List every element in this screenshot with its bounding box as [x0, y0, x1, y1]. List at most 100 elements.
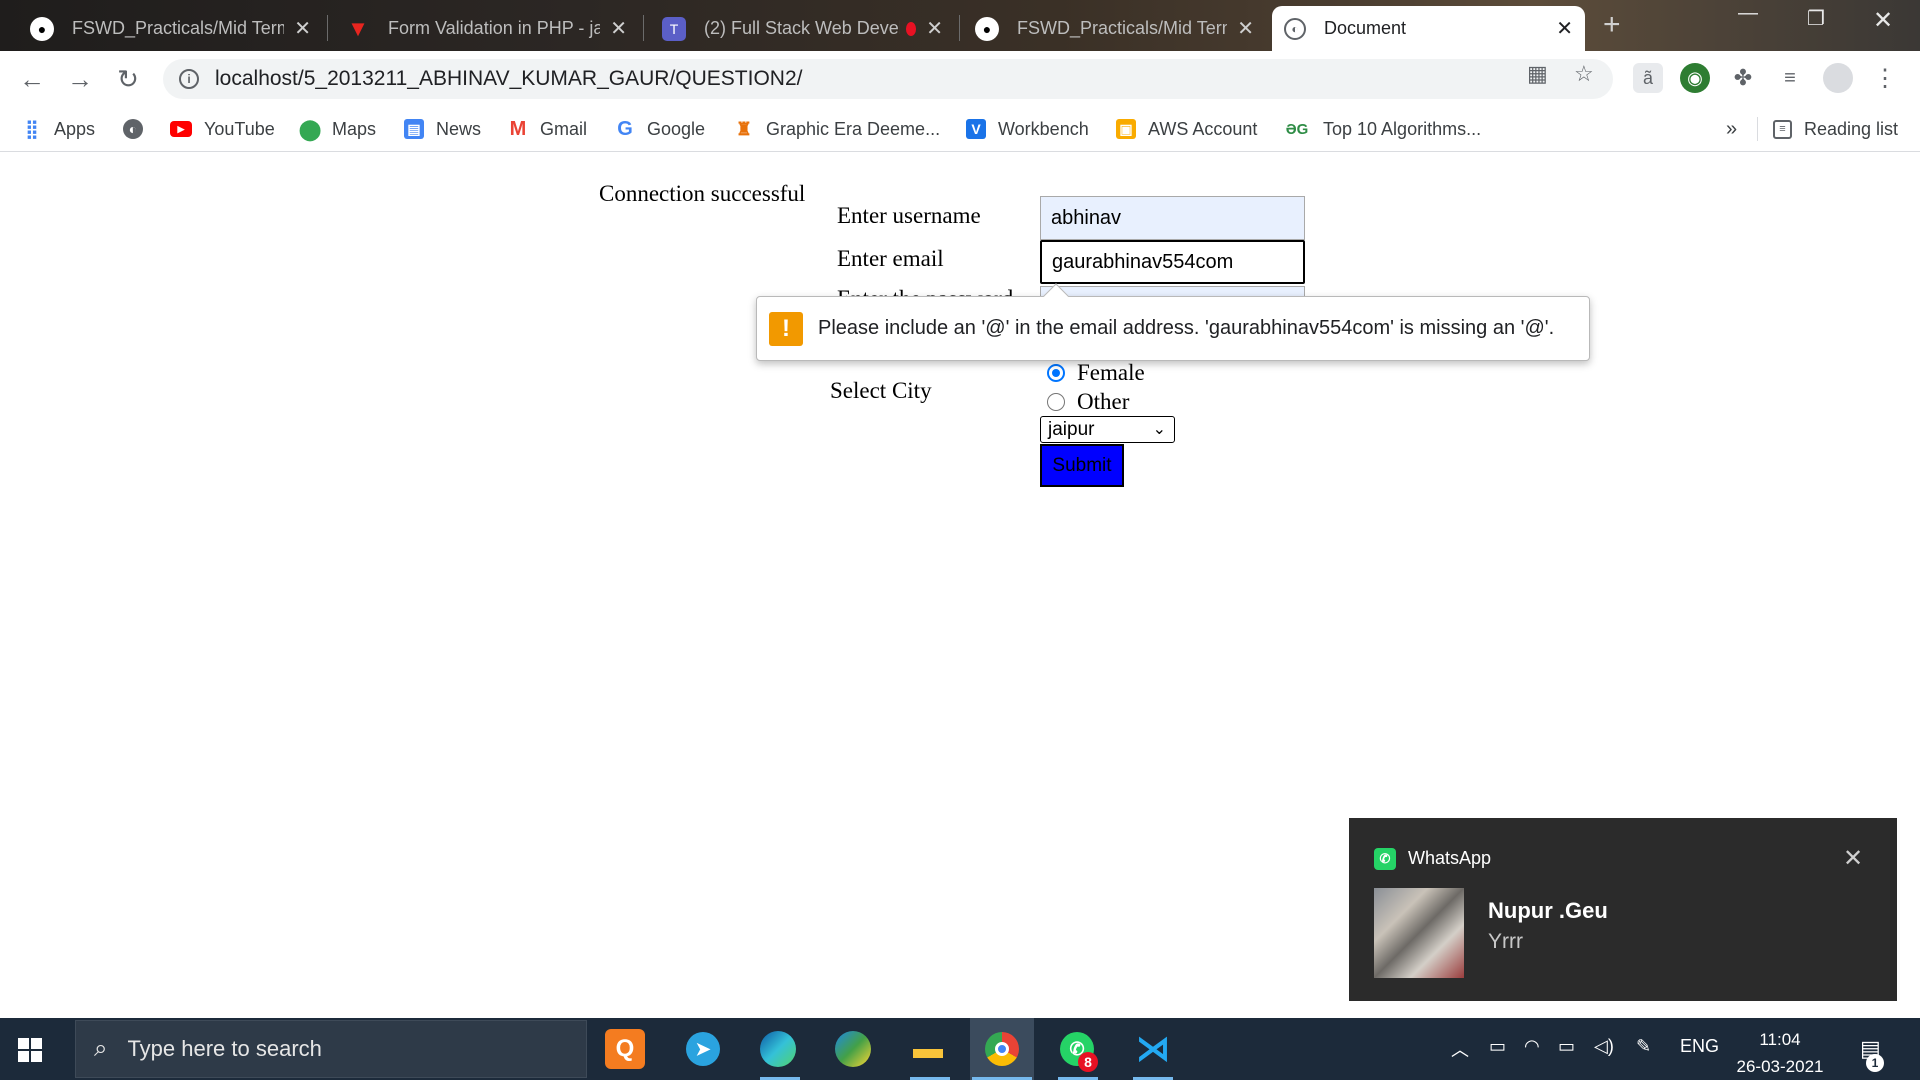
tab-title: Document — [1324, 18, 1407, 38]
close-icon[interactable]: ✕ — [294, 16, 311, 41]
bookmark-label: Workbench — [998, 118, 1089, 139]
bookmark-label: Maps — [332, 118, 377, 139]
site-info-icon[interactable]: i — [179, 69, 199, 89]
tab-title: FSWD_Practicals/Mid Term — [1017, 18, 1228, 38]
reading-list-icon: ≡ — [1773, 119, 1792, 139]
reading-list-label: Reading list — [1804, 118, 1899, 139]
bookmarks-overflow-button[interactable]: » — [1726, 106, 1737, 152]
email-field[interactable]: gaurabhinav554com — [1040, 240, 1305, 284]
qbittorrent-icon[interactable]: Q — [605, 1029, 645, 1069]
close-icon[interactable]: ✕ — [1843, 844, 1863, 873]
chrome-icon[interactable] — [978, 1025, 1026, 1073]
file-explorer-icon[interactable]: ▬ — [904, 1025, 952, 1073]
language-indicator[interactable]: ENG — [1680, 1036, 1719, 1057]
radio-button[interactable] — [1047, 393, 1065, 411]
extensions-puzzle-icon[interactable]: ✤ — [1728, 63, 1758, 93]
windows-start-icon[interactable] — [18, 1038, 42, 1062]
submit-button[interactable]: Submit — [1040, 444, 1124, 487]
restore-button[interactable]: ❐ — [1796, 6, 1836, 31]
meet-now-icon[interactable]: ▭ — [1489, 1036, 1506, 1057]
gender-option-female[interactable]: Female — [1047, 360, 1145, 386]
back-button[interactable]: ← — [14, 61, 50, 97]
teams-icon: T — [662, 16, 686, 41]
whatsapp-notification[interactable]: ✆ WhatsApp ✕ Nupur .Geu Yrrr — [1349, 818, 1897, 1001]
vscode-icon[interactable]: ⋊ — [1129, 1025, 1177, 1073]
bookmark-workbench[interactable]: V Workbench — [966, 106, 1089, 152]
notification-app-name: WhatsApp — [1408, 848, 1492, 868]
username-label: Enter username — [837, 203, 981, 228]
tab-github-2[interactable]: ● FSWD_Practicals/Mid Term ✕ — [963, 6, 1266, 51]
aws-icon: ▣ — [1116, 119, 1136, 139]
search-placeholder: Type here to search — [127, 1036, 322, 1061]
youtube-icon: ▶ — [170, 121, 192, 137]
menu-kebab-icon[interactable]: ⋮ — [1870, 63, 1900, 93]
close-icon[interactable]: ✕ — [1237, 16, 1254, 41]
chevron-up-icon[interactable]: ︿ — [1451, 1036, 1469, 1062]
chevron-down-icon: ⌄ — [1152, 421, 1166, 438]
graphic-era-icon: ♜ — [735, 118, 753, 139]
search-icon: ⌕ — [94, 1035, 108, 1062]
close-window-button[interactable]: ✕ — [1863, 6, 1903, 35]
validation-tooltip: ! Please include an '@' in the email add… — [756, 283, 1590, 361]
volume-icon[interactable]: ◁) — [1594, 1036, 1614, 1057]
telegram-icon[interactable]: ➤ — [679, 1025, 727, 1073]
bookmark-label: AWS Account — [1148, 118, 1258, 139]
whatsapp-icon: ✆ — [1374, 848, 1396, 870]
bookmark-label: Graphic Era Deeme... — [766, 118, 941, 139]
username-field[interactable]: abhinav — [1040, 196, 1305, 240]
radio-button[interactable] — [1047, 364, 1065, 382]
bookmark-news[interactable]: ▤ News — [404, 106, 481, 152]
warning-icon: ! — [769, 311, 803, 346]
bookmark-label: Gmail — [540, 118, 588, 139]
bookmark-apps[interactable]: ⣿ Apps — [22, 106, 95, 152]
tab-separator — [643, 15, 644, 41]
address-bar[interactable]: i localhost/5_2013211_ABHINAV_KUMAR_GAUR… — [163, 59, 1613, 99]
qr-code-icon[interactable]: ▦ — [1527, 61, 1548, 87]
minimize-button[interactable]: — — [1728, 2, 1768, 25]
bookmark-maps[interactable]: ⬤ Maps — [299, 106, 377, 152]
reading-list-button[interactable]: ≡ Reading list — [1773, 106, 1898, 152]
bookmark-star-icon[interactable]: ☆ — [1574, 61, 1594, 87]
apps-grid-icon: ⣿ — [25, 118, 39, 139]
bookmark-globe[interactable]: ◐ — [123, 106, 155, 152]
bookmark-aws[interactable]: ▣ AWS Account — [1116, 106, 1257, 152]
bookmark-gmail[interactable]: M Gmail — [508, 106, 587, 152]
tab-github-1[interactable]: ● FSWD_Practicals/Mid Term ✕ — [18, 6, 323, 51]
email-value: gaurabhinav554com — [1052, 250, 1234, 273]
bookmark-youtube[interactable]: ▶ YouTube — [170, 106, 275, 152]
media-control-icon[interactable]: ≡ — [1775, 63, 1805, 93]
wifi-icon[interactable]: ◠ — [1524, 1036, 1540, 1057]
bookmark-geeksforgeeks[interactable]: ƏG Top 10 Algorithms... — [1283, 106, 1481, 152]
edge-icon[interactable] — [754, 1025, 802, 1073]
tab-title: Form Validation in PHP - javatpoint — [388, 18, 601, 38]
city-label: Select City — [830, 378, 932, 403]
tab-document[interactable]: ◐ Document ✕ — [1272, 6, 1585, 51]
battery-icon[interactable]: ▭ — [1558, 1036, 1575, 1057]
reload-button[interactable]: ↻ — [110, 61, 146, 97]
clock[interactable]: 11:04 26-03-2021 — [1730, 1026, 1830, 1080]
idm-extension-icon[interactable]: ◉ — [1680, 63, 1710, 93]
bookmark-graphic-era[interactable]: ♜ Graphic Era Deeme... — [734, 106, 940, 152]
browser-toolbar: ← → ↻ i localhost/5_2013211_ABHINAV_KUMA… — [0, 51, 1920, 106]
close-icon[interactable]: ✕ — [610, 16, 627, 41]
close-icon[interactable]: ✕ — [1556, 16, 1573, 41]
new-tab-button[interactable]: + — [1603, 8, 1621, 42]
extension-icon[interactable]: ã — [1633, 63, 1663, 93]
tab-separator — [327, 15, 328, 41]
tab-teams[interactable]: T (2) Full Stack Web Development ✕ — [650, 6, 955, 51]
close-icon[interactable]: ✕ — [926, 16, 943, 41]
internet-download-manager-icon[interactable] — [829, 1025, 877, 1073]
clock-time: 11:04 — [1759, 1030, 1801, 1049]
taskbar-search[interactable]: ⌕ Type here to search — [75, 1020, 587, 1078]
pen-icon[interactable]: ✎ — [1636, 1036, 1651, 1057]
divider — [1757, 117, 1758, 141]
tab-javatpoint[interactable]: ▼ Form Validation in PHP - javatpoint ✕ — [334, 6, 639, 51]
forward-button[interactable]: → — [62, 61, 98, 97]
taskbar: ⌕ Type here to search Q ➤ ▬ ✆ 8 ⋊ ︿ ▭ ◠ … — [0, 1018, 1920, 1080]
workbench-icon: V — [966, 119, 986, 139]
city-select[interactable]: jaipur ⌄ — [1040, 416, 1175, 443]
profile-avatar[interactable] — [1823, 63, 1853, 93]
gender-option-other[interactable]: Other — [1047, 389, 1129, 415]
url-text[interactable]: localhost/5_2013211_ABHINAV_KUMAR_GAUR/Q… — [215, 67, 802, 91]
bookmark-google[interactable]: G Google — [615, 106, 705, 152]
